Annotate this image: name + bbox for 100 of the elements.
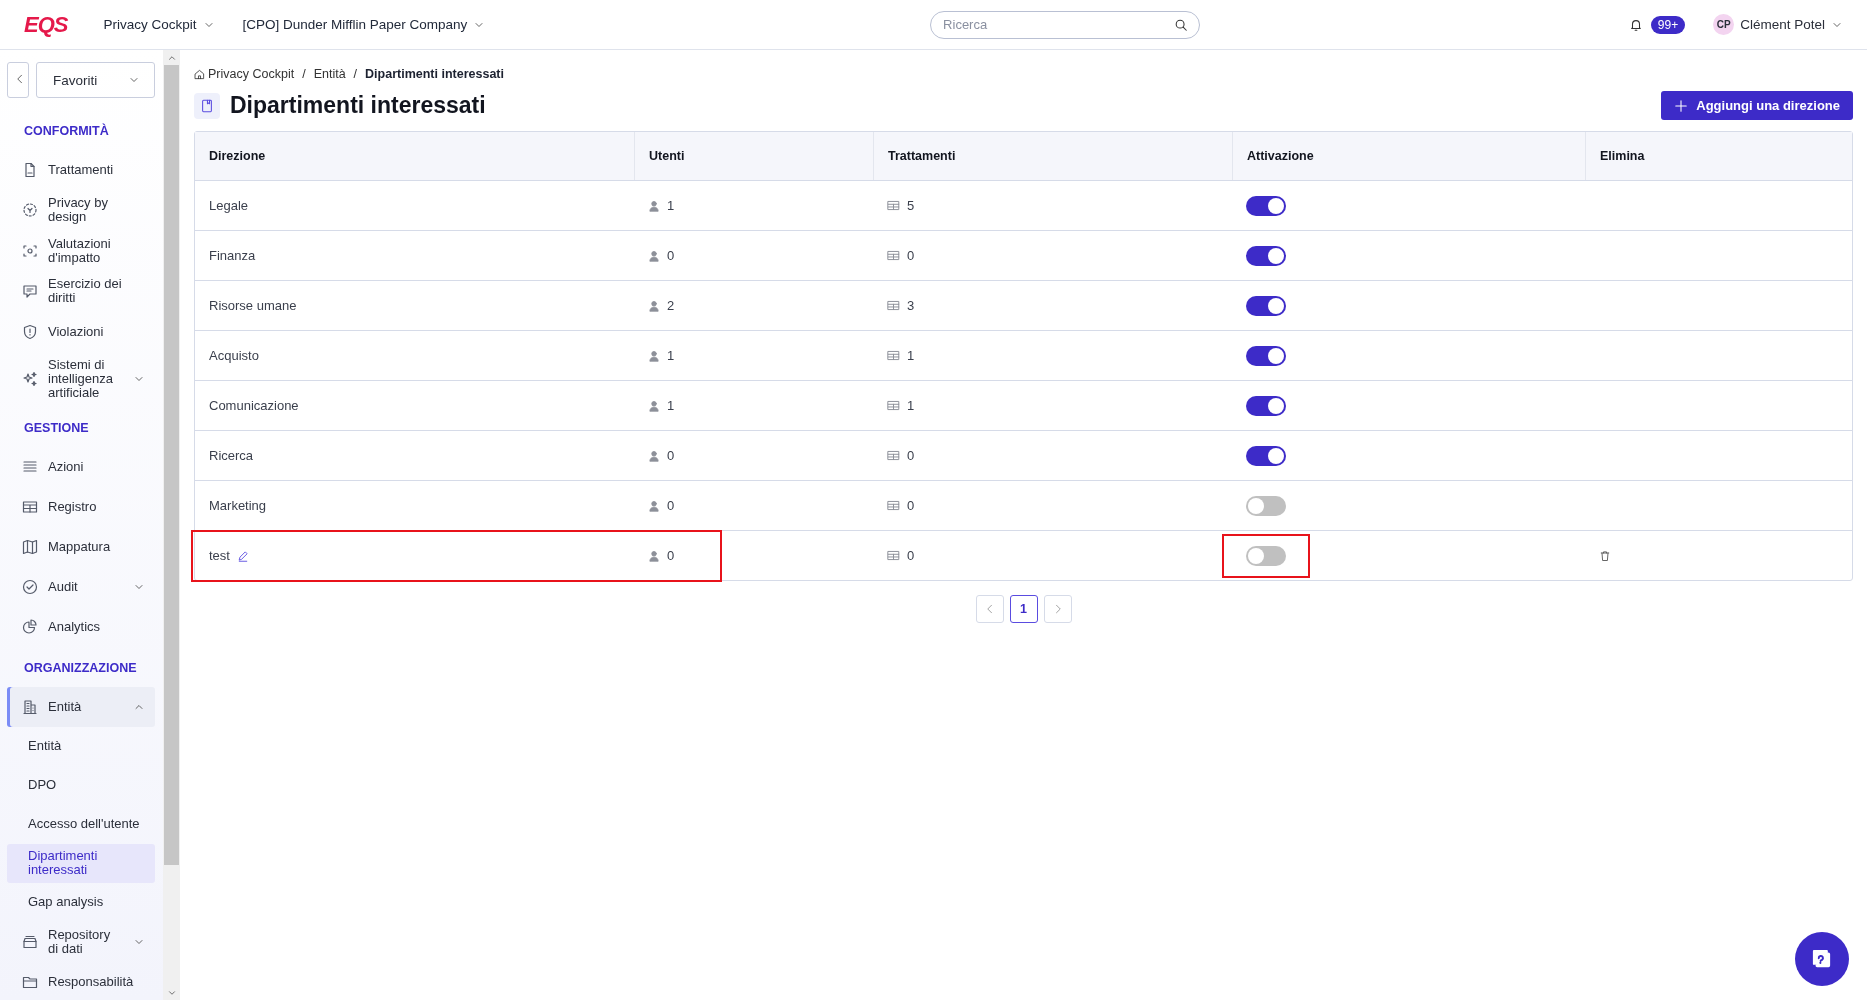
- table-icon: [887, 199, 900, 212]
- table-cell: test: [209, 548, 230, 563]
- map-icon: [22, 538, 38, 555]
- bookmark-page-icon: [194, 92, 220, 119]
- avatar: CP: [1713, 14, 1735, 35]
- table-cell: 1: [667, 398, 675, 413]
- table-cell: 0: [667, 448, 675, 463]
- sidebar-item[interactable]: Registro: [7, 486, 155, 527]
- table-cell: Acquisto: [209, 348, 259, 363]
- person-icon: [648, 399, 660, 412]
- table-icon: [887, 349, 900, 362]
- focus-icon: [22, 242, 38, 259]
- logo[interactable]: EQS: [24, 11, 68, 38]
- sidebar-item[interactable]: Entità: [7, 686, 155, 727]
- table-icon: [887, 399, 900, 412]
- breadcrumb-current: Dipartimenti interessati: [365, 67, 504, 81]
- notification-count: 99+: [1650, 15, 1686, 34]
- toggle-switch[interactable]: [1246, 245, 1286, 266]
- favorites-dropdown[interactable]: Favoriti: [36, 62, 155, 98]
- person-icon: [648, 449, 660, 462]
- sidebar-item[interactable]: Repository di dati: [7, 921, 155, 963]
- tray-icon: [22, 933, 38, 950]
- sidebar-item[interactable]: Sistemi di intelligenza artificiale: [7, 351, 155, 407]
- sidebar-item[interactable]: Mappatura: [7, 526, 155, 567]
- toggle-switch[interactable]: [1246, 495, 1286, 516]
- table-cell: Marketing: [209, 498, 267, 513]
- toggle-switch[interactable]: [1246, 395, 1286, 416]
- list-icon: [22, 458, 38, 475]
- person-icon: [648, 249, 660, 262]
- help-button[interactable]: [1795, 932, 1849, 986]
- sidebar-item[interactable]: Violazioni: [7, 311, 155, 352]
- table-icon: [22, 498, 38, 515]
- nav-dropdown[interactable]: Privacy Cockpit: [95, 13, 223, 36]
- sidebar-subitem[interactable]: DPO: [7, 765, 155, 805]
- user-menu[interactable]: CP Clément Potel: [1707, 13, 1849, 36]
- column-header: Elimina: [1585, 132, 1852, 180]
- person-icon: [648, 199, 660, 212]
- person-icon: [648, 499, 660, 512]
- table-cell: 1: [667, 198, 675, 213]
- toggle-switch[interactable]: [1246, 445, 1286, 466]
- column-header: Trattamenti: [873, 132, 1232, 180]
- toggle-switch[interactable]: [1246, 295, 1286, 316]
- sidebar-subitem[interactable]: Gap analysis: [7, 882, 155, 922]
- sidebar-item[interactable]: Esercizio dei diritti: [7, 271, 155, 312]
- toggle-switch[interactable]: [1246, 195, 1286, 216]
- table-cell: 0: [667, 248, 675, 263]
- plus-icon: [1674, 98, 1689, 113]
- table-cell: Finanza: [209, 248, 256, 263]
- column-header: Utenti: [634, 132, 873, 180]
- table-cell: Legale: [209, 198, 249, 213]
- table-cell: 0: [667, 498, 675, 513]
- table-cell: 0: [907, 248, 915, 263]
- page-title: Dipartimenti interessati: [230, 92, 486, 119]
- breadcrumb-link[interactable]: Privacy Cockpit: [208, 67, 295, 81]
- check-circle-icon: [22, 578, 38, 595]
- table-icon: [887, 449, 900, 462]
- sidebar-item[interactable]: Analytics: [7, 606, 155, 647]
- breadcrumb-link[interactable]: Entità: [313, 67, 346, 81]
- table-cell: 0: [907, 448, 915, 463]
- table-icon: [887, 299, 900, 312]
- sparkle-icon: [22, 371, 38, 388]
- table-cell: 5: [907, 198, 915, 213]
- table-cell: Comunicazione: [209, 398, 299, 413]
- sidebar-item[interactable]: Responsabilità: [7, 962, 155, 1000]
- toggle-switch[interactable]: [1246, 545, 1286, 566]
- add-button[interactable]: Aggiungi una direzione: [1661, 91, 1853, 120]
- search-icon: [1174, 17, 1189, 32]
- bell-icon[interactable]: [1628, 17, 1643, 32]
- building-icon: [22, 698, 38, 715]
- breadcrumb-separator: /: [353, 67, 358, 81]
- breadcrumb-separator: /: [302, 67, 306, 81]
- chat-icon: [22, 283, 38, 300]
- sidebar-item[interactable]: Trattamenti: [7, 150, 155, 190]
- page-button[interactable]: 1: [1009, 595, 1038, 623]
- sidebar-subitem[interactable]: Entità: [7, 726, 155, 766]
- sidebar-item[interactable]: Privacy by design: [7, 190, 155, 231]
- section-heading: CONFORMITÀ: [23, 122, 110, 140]
- table-cell: 0: [907, 548, 915, 563]
- column-header: Attivazione: [1232, 132, 1585, 180]
- search-field[interactable]: Ricerca: [930, 10, 1201, 39]
- pencil-icon[interactable]: [236, 549, 249, 562]
- sidebar-item[interactable]: Valutazioni d'impatto: [7, 230, 155, 272]
- table-icon: [887, 499, 900, 512]
- sidebar-item[interactable]: Audit: [7, 566, 155, 607]
- dashed-circle-icon: [22, 202, 38, 219]
- table-cell: 1: [907, 398, 915, 413]
- scrollbar[interactable]: [163, 50, 180, 1000]
- sidebar-item[interactable]: Azioni: [7, 446, 155, 487]
- trash-icon[interactable]: [1599, 549, 1611, 562]
- sidebar-subitem[interactable]: Accesso dell'utente: [7, 804, 155, 844]
- table-cell: 0: [667, 548, 675, 563]
- table-icon: [887, 249, 900, 262]
- toggle-switch[interactable]: [1246, 345, 1286, 366]
- scrollbar-thumb[interactable]: [164, 65, 179, 865]
- sidebar-subitem[interactable]: Dipartimenti interessati: [7, 843, 155, 883]
- column-header: Direzione: [208, 148, 267, 165]
- nav-dropdown[interactable]: [CPO] Dunder Mifflin Paper Company: [234, 13, 494, 36]
- table-cell: Ricerca: [209, 448, 254, 463]
- person-icon: [648, 349, 660, 362]
- table-cell: 1: [907, 348, 915, 363]
